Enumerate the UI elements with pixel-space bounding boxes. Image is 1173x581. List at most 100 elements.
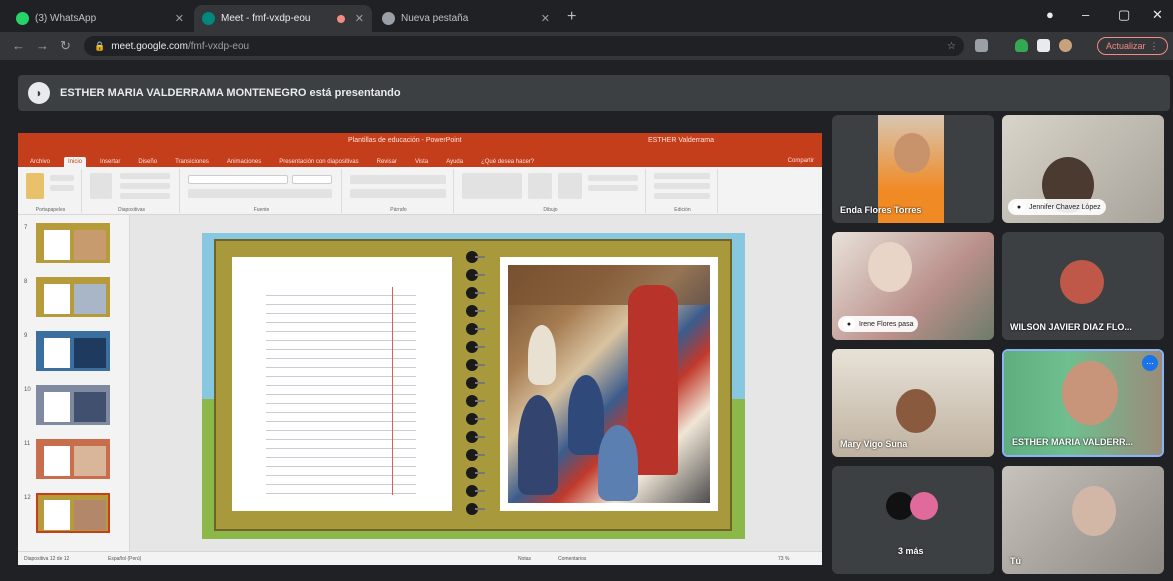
font-family-select[interactable] — [188, 175, 288, 184]
participant-name: Mary Vigo Suna — [840, 439, 908, 449]
select-button[interactable] — [654, 193, 710, 199]
profile-avatar-icon[interactable] — [1059, 39, 1072, 52]
new-slide-icon[interactable] — [90, 173, 112, 199]
reload-icon[interactable]: ↻ — [60, 38, 71, 54]
thumb-photo — [74, 500, 106, 530]
tab-insertar[interactable]: Insertar — [96, 157, 124, 167]
arrange-button[interactable] — [528, 173, 552, 199]
list-buttons[interactable] — [350, 175, 446, 184]
layout-button[interactable] — [120, 173, 170, 179]
slide-thumbnail-selected[interactable]: 12 — [24, 493, 110, 533]
thumb-photo — [74, 446, 106, 476]
slide-number: 7 — [24, 225, 28, 231]
tab-diseno[interactable]: Diseño — [134, 157, 161, 167]
participant-tile[interactable]: 3 más — [832, 466, 994, 574]
spiral-ring — [466, 395, 485, 407]
maximize-icon[interactable]: ▢ — [1118, 7, 1130, 23]
slide-thumbnail[interactable]: 8 — [24, 277, 110, 317]
participant-face — [896, 389, 936, 433]
participant-tile-self[interactable]: Tú — [1002, 466, 1164, 574]
spiral-ring — [466, 305, 485, 317]
participant-name: WILSON JAVIER DIAZ FLO... — [1010, 322, 1132, 332]
cut-icon[interactable] — [50, 175, 74, 181]
tab-transiciones[interactable]: Transiciones — [171, 157, 213, 167]
close-icon[interactable]: ✕ — [175, 12, 184, 25]
quick-styles-button[interactable] — [558, 173, 582, 199]
spiral-ring — [466, 431, 485, 443]
close-icon[interactable]: ✕ — [541, 12, 550, 25]
more-options-icon[interactable]: ⋯ — [1142, 355, 1158, 371]
comments-button[interactable]: Comentarios — [558, 556, 586, 562]
back-icon[interactable]: ← — [12, 38, 25, 53]
notes-button[interactable]: Notas — [518, 556, 531, 562]
slide-thumbnail[interactable]: 9 — [24, 331, 110, 371]
participant-name: ESTHER MARIA VALDERR... — [1012, 437, 1134, 447]
tab-new[interactable]: Nueva pestaña ✕ — [374, 5, 558, 32]
participant-tile[interactable]: WILSON JAVIER DIAZ FLO... — [1002, 232, 1164, 340]
puzzle-icon[interactable] — [1037, 39, 1050, 52]
shield-extension-icon[interactable] — [1015, 39, 1028, 52]
align-buttons[interactable] — [350, 189, 446, 198]
participant-tile[interactable]: Mary Vigo Suna — [832, 349, 994, 457]
tab-archivo[interactable]: Archivo — [26, 157, 54, 167]
slide-number: 8 — [24, 279, 28, 285]
window-close-icon[interactable]: ✕ — [1152, 7, 1163, 23]
update-button[interactable]: Actualizar ⋮ — [1097, 37, 1168, 55]
tab-meet[interactable]: Meet - fmf-vxdp-eou ✕ — [194, 5, 372, 32]
status-language[interactable]: Español (Perú) — [108, 556, 141, 562]
spiral-ring — [466, 413, 485, 425]
reset-button[interactable] — [120, 183, 170, 189]
shape-fill-button[interactable] — [588, 175, 638, 181]
camera-extension-icon[interactable] — [975, 39, 988, 52]
shapes-gallery[interactable] — [462, 173, 522, 199]
close-icon[interactable]: ✕ — [355, 12, 364, 25]
participant-face — [894, 133, 930, 173]
forward-icon[interactable]: → — [36, 38, 49, 53]
participant-tile[interactable]: Enda Flores Torres — [832, 115, 994, 223]
section-button[interactable] — [120, 193, 170, 199]
copy-icon[interactable] — [50, 185, 74, 191]
new-tab-button[interactable]: + — [567, 8, 576, 26]
profile-icon[interactable]: ● — [1046, 7, 1054, 22]
star-icon[interactable]: ☆ — [947, 41, 956, 52]
font-size-select[interactable] — [292, 175, 332, 184]
participant-tile[interactable]: ● Jennifer Chavez López — [1002, 115, 1164, 223]
margin-line — [392, 287, 393, 495]
slide[interactable] — [202, 233, 745, 539]
address-bar[interactable]: 🔒 meet.google.com/fmf-vxdp-eou ☆ — [84, 36, 964, 56]
paste-icon[interactable] — [26, 173, 44, 199]
shape-outline-button[interactable] — [588, 185, 638, 191]
tab-vista[interactable]: Vista — [411, 157, 432, 167]
participant-tile-active[interactable]: ⋯ ESTHER MARIA VALDERR... — [1002, 349, 1164, 457]
powerpoint-statusbar: Diapositiva 12 de 12 Español (Perú) Nota… — [18, 551, 822, 565]
group-drawing: Dibujo — [456, 169, 646, 213]
spiral-ring — [466, 449, 485, 461]
zoom-level[interactable]: 73 % — [778, 556, 789, 562]
share-button[interactable]: Compartir — [788, 158, 814, 167]
tab-whatsapp[interactable]: (3) WhatsApp ✕ — [8, 5, 192, 32]
slide-thumbnail[interactable]: 7 — [24, 223, 110, 263]
participant-tile[interactable]: ● Irene Flores pasa — [832, 232, 994, 340]
recording-dot-icon — [336, 14, 345, 23]
tab-revisar[interactable]: Revisar — [373, 157, 401, 167]
tab-presentacion[interactable]: Presentación con diapositivas — [275, 157, 362, 167]
screen: (3) WhatsApp ✕ Meet - fmf-vxdp-eou ✕ Nue… — [0, 0, 1173, 581]
participant-face — [868, 242, 912, 292]
tab-animaciones[interactable]: Animaciones — [223, 157, 265, 167]
find-button[interactable] — [654, 173, 710, 179]
tab-inicio[interactable]: Inicio — [64, 157, 87, 167]
minimize-icon[interactable]: – — [1082, 7, 1089, 22]
font-format-buttons[interactable] — [188, 189, 332, 198]
participant-name: Irene Flores pasa — [859, 320, 914, 328]
tab-ayuda[interactable]: Ayuda — [442, 157, 467, 167]
slide-canvas[interactable] — [130, 215, 822, 551]
more-vert-icon: ⋮ — [1149, 40, 1159, 51]
tell-me-search[interactable]: ¿Qué desea hacer? — [477, 157, 538, 167]
participant-name-pill: ● Jennifer Chavez López — [1008, 199, 1106, 215]
group-label: Diapositivas — [118, 207, 145, 213]
slide-thumbnail[interactable]: 10 — [24, 385, 110, 425]
replace-button[interactable] — [654, 183, 710, 189]
group-slides: Diapositivas — [84, 169, 180, 213]
ribbon-tabs: Archivo Inicio Insertar Diseño Transicio… — [18, 151, 822, 167]
slide-thumbnail[interactable]: 11 — [24, 439, 110, 479]
